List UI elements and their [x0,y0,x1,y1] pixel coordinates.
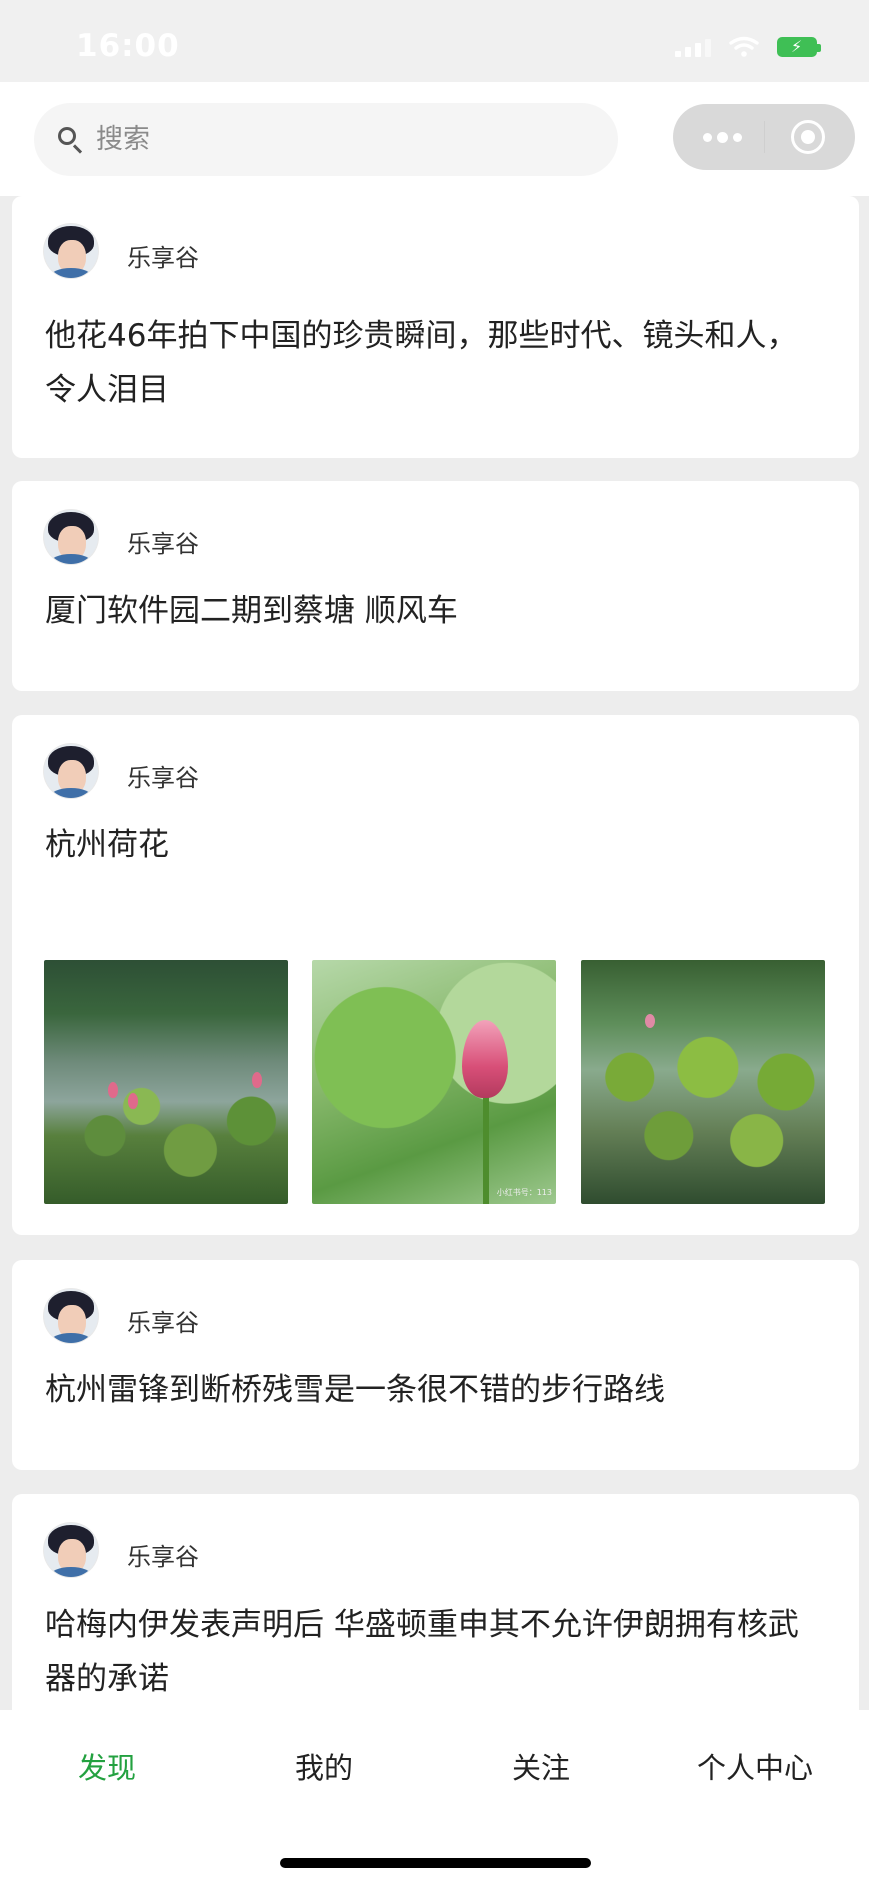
avatar[interactable] [44,1523,98,1577]
tab-profile[interactable]: 个人中心 [697,1745,813,1787]
search-icon [58,127,76,145]
home-indicator [280,1858,591,1868]
avatar[interactable] [44,1289,98,1343]
bottom-tab-bar: 发现 我的 关注 个人中心 [0,1710,869,1882]
battery-icon: ⚡ [777,37,821,57]
search-box[interactable] [34,103,618,176]
status-icons: ⚡ [675,36,821,58]
post-card[interactable]: 乐享谷 杭州雷锋到断桥残雪是一条很不错的步行路线 [12,1260,859,1470]
author-name[interactable]: 乐享谷 [127,238,199,273]
post-text[interactable]: 哈梅内伊发表声明后 华盛顿重申其不允许伊朗拥有核武器的承诺 [45,1598,825,1706]
author-name[interactable]: 乐享谷 [127,524,199,559]
image-watermark: 小红书号：113 [496,1188,552,1197]
avatar[interactable] [44,744,98,798]
more-icon[interactable] [703,130,753,144]
avatar[interactable] [44,224,98,278]
capsule-divider [764,121,765,153]
tab-discover[interactable]: 发现 [78,1745,136,1787]
avatar[interactable] [44,510,98,564]
post-text[interactable]: 厦门软件园二期到蔡塘 顺风车 [45,584,825,638]
post-card[interactable]: 乐享谷 他花46年拍下中国的珍贵瞬间，那些时代、镜头和人，令人泪目 [12,196,859,458]
author-name[interactable]: 乐享谷 [127,1537,199,1572]
post-text[interactable]: 杭州雷锋到断桥残雪是一条很不错的步行路线 [45,1363,825,1417]
tab-follow[interactable]: 关注 [512,1745,570,1787]
post-card[interactable]: 乐享谷 哈梅内伊发表声明后 华盛顿重申其不允许伊朗拥有核武器的承诺 [12,1494,859,1710]
status-bar: 16:00 ⚡ [0,0,869,82]
close-circle-icon[interactable] [791,120,825,154]
top-bar [0,82,869,196]
post-text[interactable]: 他花46年拍下中国的珍贵瞬间，那些时代、镜头和人，令人泪目 [45,309,825,417]
author-name[interactable]: 乐享谷 [127,758,199,793]
post-text[interactable]: 杭州荷花 [45,818,825,872]
search-input[interactable] [96,103,596,176]
post-card[interactable]: 乐享谷 厦门软件园二期到蔡塘 顺风车 [12,481,859,691]
lotus-bud-photo[interactable]: 小红书号：113 [312,960,556,1204]
signal-icon [675,37,711,57]
lotus-pond-photo[interactable] [44,960,288,1204]
lotus-leaves-photo[interactable] [581,960,825,1204]
wifi-icon [729,36,759,57]
tab-mine[interactable]: 我的 [295,1745,353,1787]
feed-list: 乐享谷 他花46年拍下中国的珍贵瞬间，那些时代、镜头和人，令人泪目 乐享谷 厦门… [0,196,869,1710]
mini-program-capsule [673,104,855,170]
author-name[interactable]: 乐享谷 [127,1303,199,1338]
post-card[interactable]: 乐享谷 杭州荷花 小红书号：113 [12,715,859,1235]
status-time: 16:00 [76,28,180,64]
